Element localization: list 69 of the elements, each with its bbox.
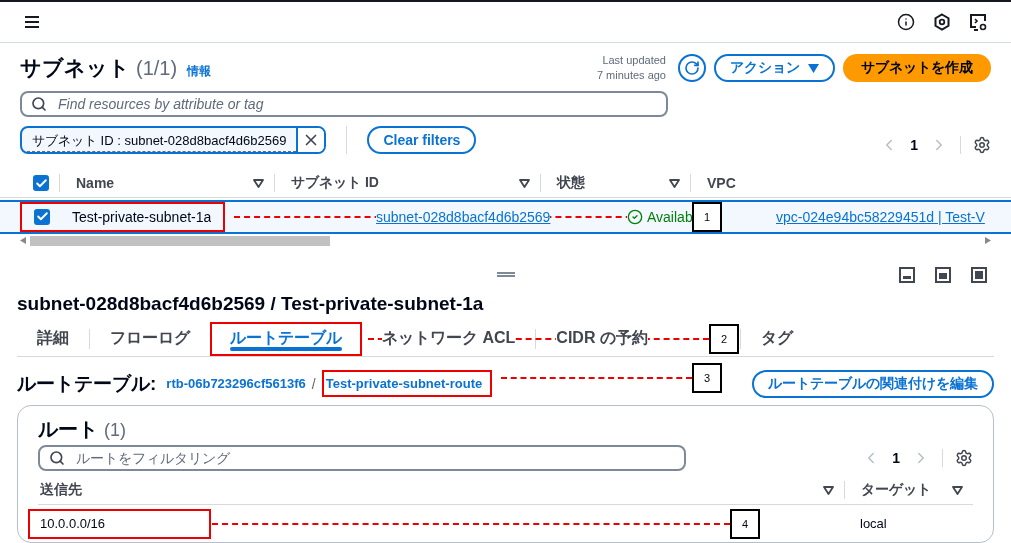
page-number[interactable]: 1 (910, 137, 918, 154)
scroll-right-icon[interactable] (985, 237, 991, 245)
detail-title: subnet-028d8bacf4d6b2569 / Test-private-subnet-1a (16, 292, 485, 316)
tab[interactable]: フローログ (90, 321, 210, 356)
page-number[interactable]: 1 (892, 449, 900, 466)
search-icon (31, 96, 47, 113)
actions-button[interactable]: アクション (714, 54, 835, 83)
search-field[interactable]: Find resources by attribute or tag (20, 91, 668, 118)
callout-number: 1 (692, 201, 722, 232)
tab[interactable]: ネットワーク ACL (362, 321, 536, 356)
table-row[interactable]: Test-private-subnet-1a subnet-028d8bacf4d6b2569 Availab 1 vpc-024e94bc58229451d | Test-V (0, 199, 1011, 234)
last-updated-time: 7 minutes ago (596, 68, 666, 84)
clear-filters-button[interactable]: Clear filters (367, 126, 477, 155)
settings-icon[interactable] (955, 448, 973, 467)
hexagon-icon[interactable] (933, 12, 951, 31)
info-link[interactable]: 情報 (187, 63, 212, 81)
settings-icon[interactable] (973, 136, 991, 155)
scroll-left-icon[interactable] (20, 237, 26, 245)
tab[interactable]: 詳細 (17, 321, 89, 356)
callout-number: 3 (692, 362, 722, 393)
resource-count: (1/1) (136, 57, 178, 81)
resize-handle[interactable] (496, 271, 515, 277)
panel-layout-icon[interactable] (935, 266, 951, 283)
column-header: 状態 (557, 174, 585, 193)
caret-icon (808, 63, 819, 73)
tab[interactable]: CIDR の予約 (536, 321, 668, 356)
column-header: VPC (707, 175, 736, 192)
sort-icon[interactable] (952, 485, 963, 495)
column-header: サブネット ID (291, 174, 379, 193)
separator-slash: / (311, 375, 316, 392)
target-cell-text: local (859, 516, 888, 531)
route-filter-field[interactable]: ルートをフィルタリング (38, 444, 686, 471)
callout-number: 4 (730, 508, 760, 539)
destination-cell: 10.0.0.0/16 (28, 508, 211, 539)
refresh-icon (684, 60, 700, 77)
row-checkbox[interactable] (34, 208, 50, 225)
last-updated-label: Last updated (602, 53, 666, 69)
menu-icon[interactable] (24, 14, 40, 29)
search-icon (49, 449, 65, 466)
column-header: ターゲット (861, 481, 931, 499)
route-count: (1) (104, 419, 126, 441)
remove-filter-button[interactable] (296, 128, 325, 153)
status-cell: Availab (627, 207, 693, 226)
panel-layout-icon[interactable] (899, 266, 915, 283)
route-table-label: ルートテーブル: (17, 371, 157, 396)
column-header: 送信先 (40, 481, 82, 499)
route-table-name-link[interactable]: Test-private-subnet-route (321, 370, 493, 398)
sort-icon[interactable] (823, 485, 834, 495)
route-table-id-link[interactable]: rtb-06b723296cf5613f6 (166, 376, 306, 392)
sort-icon[interactable] (253, 178, 264, 188)
scrollbar-thumb[interactable] (30, 235, 330, 246)
callout-number: 2 (709, 323, 739, 354)
tab[interactable]: タグ (740, 321, 813, 356)
edit-association-button[interactable]: ルートテーブルの関連付けを編集 (752, 369, 994, 398)
sort-icon[interactable] (669, 178, 680, 188)
check-circle-icon (627, 208, 643, 225)
filter-token[interactable]: サブネット ID : subnet-028d8bacf4d6b2569 (20, 126, 327, 155)
tab[interactable]: ルートテーブル (210, 321, 362, 356)
card-title: ルート (38, 416, 98, 442)
refresh-button[interactable] (678, 54, 706, 83)
column-header: Name (76, 175, 115, 192)
info-icon[interactable] (897, 12, 915, 31)
monitor-icon[interactable] (969, 12, 987, 31)
sort-icon[interactable] (519, 178, 530, 188)
panel-layout-icon[interactable] (971, 266, 987, 283)
page-title: サブネット (20, 55, 130, 82)
select-all-checkbox[interactable] (33, 175, 49, 192)
table-cell: Test-private-subnet-1a (72, 208, 212, 225)
create-subnet-button[interactable]: サブネットを作成 (843, 54, 991, 83)
